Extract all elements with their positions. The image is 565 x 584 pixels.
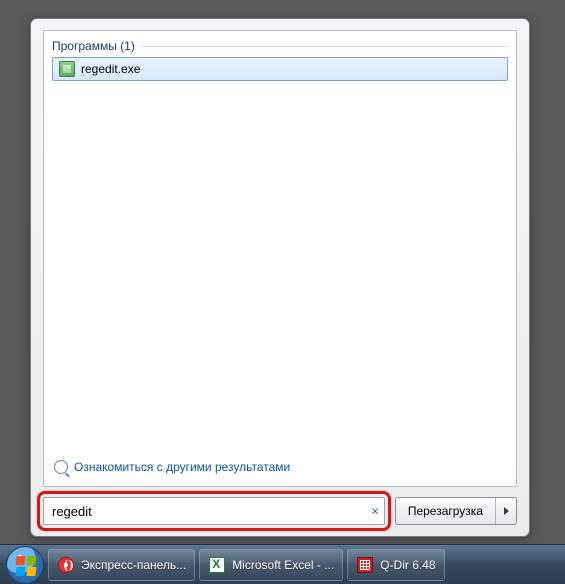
search-result-item[interactable]: regedit.exe bbox=[52, 57, 508, 81]
shutdown-button[interactable]: Перезагрузка bbox=[396, 498, 496, 524]
result-label: regedit.exe bbox=[81, 62, 140, 76]
results-group-header: Программы (1) bbox=[52, 39, 508, 53]
shutdown-label: Перезагрузка bbox=[408, 504, 483, 518]
taskbar: Экспресс-панель... Microsoft Excel - ...… bbox=[0, 544, 565, 584]
search-results-panel: Программы (1) regedit.exe Ознакомиться с… bbox=[43, 30, 517, 487]
taskbar-item-label: Microsoft Excel - ... bbox=[232, 558, 334, 572]
more-results-link[interactable]: Ознакомиться с другими результатами bbox=[52, 456, 508, 478]
more-results-label: Ознакомиться с другими результатами bbox=[74, 460, 290, 474]
taskbar-item-opera[interactable]: Экспресс-панель... bbox=[48, 549, 195, 581]
start-menu-panel: Программы (1) regedit.exe Ознакомиться с… bbox=[30, 18, 530, 537]
start-button[interactable] bbox=[6, 546, 44, 584]
divider bbox=[141, 46, 508, 47]
start-menu-bottom-row: × Перезагрузка bbox=[43, 497, 517, 525]
clear-search-icon[interactable]: × bbox=[371, 504, 379, 519]
windows-logo-icon bbox=[16, 556, 36, 576]
regedit-icon bbox=[59, 61, 75, 77]
taskbar-item-excel[interactable]: Microsoft Excel - ... bbox=[199, 549, 343, 581]
chevron-right-icon bbox=[503, 506, 510, 516]
qdir-icon bbox=[356, 556, 374, 574]
opera-icon bbox=[57, 556, 75, 574]
shutdown-options-button[interactable] bbox=[496, 498, 516, 524]
taskbar-item-qdir[interactable]: Q-Dir 6.48 bbox=[347, 549, 444, 581]
taskbar-item-label: Экспресс-панель... bbox=[81, 558, 186, 572]
search-icon bbox=[54, 460, 68, 474]
search-input[interactable] bbox=[43, 497, 385, 525]
taskbar-item-label: Q-Dir 6.48 bbox=[380, 558, 435, 572]
excel-icon bbox=[208, 556, 226, 574]
spacer bbox=[52, 81, 508, 456]
shutdown-split-button[interactable]: Перезагрузка bbox=[395, 497, 517, 525]
group-title: Программы (1) bbox=[52, 39, 135, 53]
search-input-wrapper: × bbox=[43, 497, 385, 525]
